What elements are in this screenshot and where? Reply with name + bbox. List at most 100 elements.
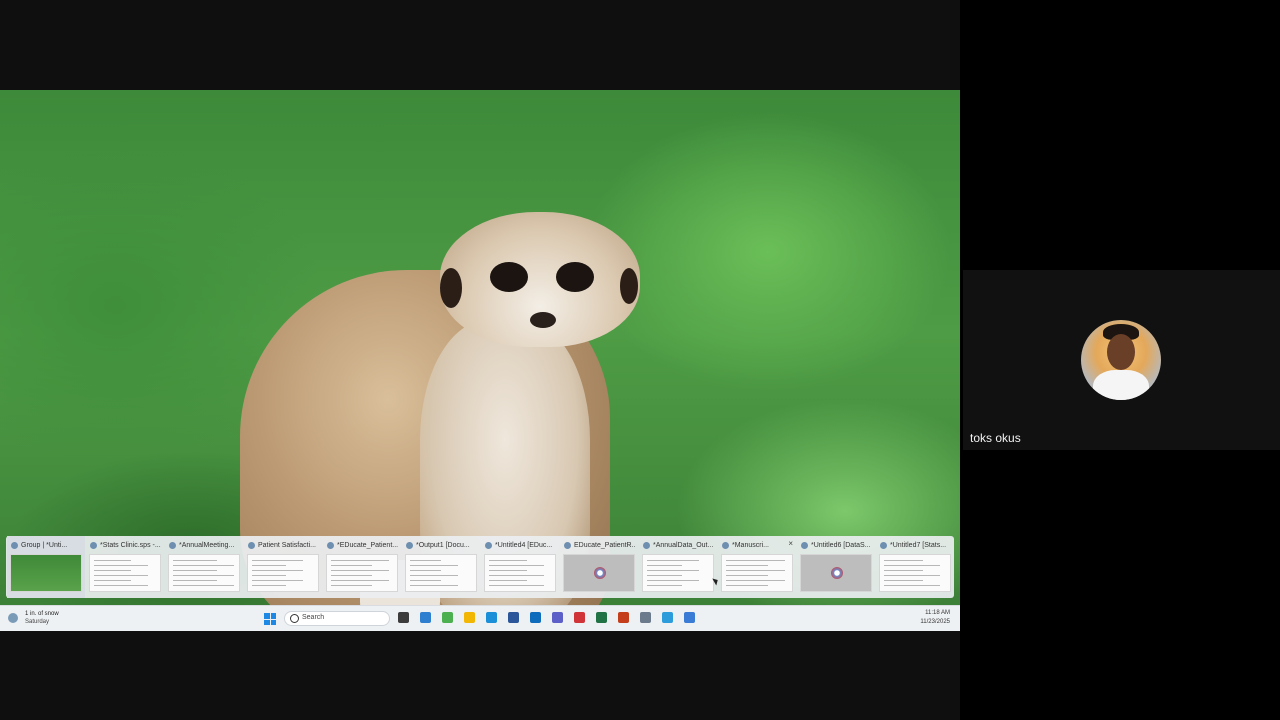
preview-text-line bbox=[173, 570, 217, 571]
clock-date: 11/23/2025 bbox=[920, 619, 950, 625]
preview-text-line bbox=[884, 580, 923, 581]
window-title-text: Group | *Unti... bbox=[21, 541, 68, 549]
avatar-body bbox=[1093, 370, 1149, 400]
window-preview-title: EDucate_PatientR... bbox=[564, 539, 636, 551]
windows-taskbar: 1 in. of snow Saturday Search 11:18 AM 1… bbox=[0, 605, 960, 631]
preview-text-line bbox=[252, 570, 303, 571]
app-icon bbox=[722, 541, 729, 549]
preview-text-line bbox=[884, 575, 940, 576]
window-preview[interactable]: Group | *Unti... bbox=[7, 536, 85, 598]
window-title-text: *Output1 [Docu... bbox=[416, 541, 470, 549]
weather-widget[interactable]: 1 in. of snow Saturday bbox=[8, 611, 78, 627]
outlook-icon[interactable] bbox=[530, 612, 541, 623]
app-icon bbox=[248, 541, 255, 549]
preview-text-line bbox=[331, 560, 389, 561]
window-title-text: *AnnualData_Out... bbox=[653, 541, 714, 549]
window-preview-image bbox=[326, 554, 398, 592]
window-preview-title: *EDucate_Patient... bbox=[327, 539, 399, 551]
preview-text-line bbox=[94, 560, 131, 561]
window-preview[interactable]: *Untitled7 [Stats... bbox=[876, 536, 954, 598]
app-logo-icon bbox=[831, 567, 843, 579]
window-preview-title: *Stats Clinic.sps -... bbox=[90, 539, 162, 551]
file-explorer-icon[interactable] bbox=[398, 612, 409, 623]
preview-text-line bbox=[331, 575, 372, 576]
preview-text-line bbox=[726, 580, 785, 581]
preview-text-line bbox=[647, 585, 682, 586]
window-preview-title: *AnnualMeeting... bbox=[169, 539, 241, 551]
preview-text-line bbox=[252, 565, 286, 566]
window-title-text: *EDucate_Patient... bbox=[337, 541, 399, 549]
clock-time: 11:18 AM bbox=[925, 610, 950, 616]
participant-avatar bbox=[1081, 320, 1161, 400]
preview-text-line bbox=[331, 585, 372, 586]
photos-icon[interactable] bbox=[662, 612, 673, 623]
window-preview-image bbox=[10, 554, 82, 592]
screen-share-area: Group | *Unti... *Stats Clinic.sps -... *A… bbox=[0, 0, 960, 720]
preview-text-line bbox=[647, 575, 682, 576]
preview-text-line bbox=[647, 580, 699, 581]
zotero-icon[interactable] bbox=[574, 612, 585, 623]
window-preview[interactable]: Patient Satisfacti... bbox=[244, 536, 322, 598]
window-preview[interactable]: *Untitled6 [DataS... bbox=[797, 536, 875, 598]
preview-text-line bbox=[647, 570, 699, 571]
window-preview-image bbox=[563, 554, 635, 592]
window-preview[interactable]: *Output1 [Docu... bbox=[402, 536, 480, 598]
calculator-icon[interactable] bbox=[640, 612, 651, 623]
chrome-icon[interactable] bbox=[442, 612, 453, 623]
window-preview[interactable]: *Stats Clinic.sps -... bbox=[86, 536, 164, 598]
edge-icon[interactable] bbox=[486, 612, 497, 623]
preview-text-line bbox=[94, 580, 131, 581]
taskbar-search[interactable]: Search bbox=[284, 611, 390, 626]
search-icon bbox=[290, 614, 299, 623]
preview-text-line bbox=[410, 565, 458, 566]
excel-icon[interactable] bbox=[596, 612, 607, 623]
window-preview-image bbox=[247, 554, 319, 592]
window-preview-image bbox=[484, 554, 556, 592]
window-title-text: *Untitled7 [Stats... bbox=[890, 541, 947, 549]
close-icon[interactable]: × bbox=[788, 539, 793, 548]
preview-text-line bbox=[252, 585, 286, 586]
preview-text-line bbox=[489, 565, 544, 566]
preview-text-line bbox=[489, 560, 527, 561]
folder-icon[interactable] bbox=[464, 612, 475, 623]
preview-text-line bbox=[884, 560, 923, 561]
window-preview-image bbox=[642, 554, 714, 592]
preview-text-line bbox=[94, 565, 148, 566]
window-preview[interactable]: *AnnualMeeting... bbox=[165, 536, 243, 598]
spss-icon[interactable] bbox=[684, 612, 695, 623]
preview-text-line bbox=[489, 570, 527, 571]
window-preview[interactable]: *AnnualData_Out... bbox=[639, 536, 717, 598]
app-icon bbox=[11, 541, 18, 549]
window-title-text: Patient Satisfacti... bbox=[258, 541, 316, 549]
word-icon[interactable] bbox=[508, 612, 519, 623]
preview-text-line bbox=[173, 560, 217, 561]
widgets-icon[interactable] bbox=[420, 612, 431, 623]
app-icon bbox=[801, 541, 808, 549]
powerpoint-icon[interactable] bbox=[618, 612, 629, 623]
window-preview[interactable]: *Manuscri... × bbox=[718, 536, 796, 598]
window-preview-image bbox=[168, 554, 240, 592]
window-title-text: *Manuscri... bbox=[732, 541, 769, 549]
app-logo-icon bbox=[594, 567, 606, 579]
window-title-text: *Untitled4 [EDuc... bbox=[495, 541, 553, 549]
system-clock[interactable]: 11:18 AM 11/23/2025 bbox=[920, 609, 950, 627]
preview-text-line bbox=[726, 575, 768, 576]
window-preview-image bbox=[800, 554, 872, 592]
preview-text-line bbox=[884, 565, 940, 566]
participant-name: toks okus bbox=[970, 431, 1021, 445]
window-preview[interactable]: EDucate_PatientR... bbox=[560, 536, 638, 598]
preview-text-line bbox=[252, 580, 303, 581]
teams-icon[interactable] bbox=[552, 612, 563, 623]
window-preview-title: *Untitled6 [DataS... bbox=[801, 539, 873, 551]
window-preview[interactable]: *Untitled4 [EDuc... bbox=[481, 536, 559, 598]
start-button[interactable] bbox=[264, 613, 276, 625]
window-preview[interactable]: *EDucate_Patient... bbox=[323, 536, 401, 598]
window-title-text: *Stats Clinic.sps -... bbox=[100, 541, 161, 549]
app-icon bbox=[90, 541, 97, 549]
preview-text-line bbox=[884, 585, 940, 586]
window-preview-image bbox=[405, 554, 477, 592]
avatar-face bbox=[1107, 334, 1135, 370]
window-preview-title: Group | *Unti... bbox=[11, 539, 83, 551]
preview-text-line bbox=[410, 570, 441, 571]
app-icon bbox=[327, 541, 334, 549]
